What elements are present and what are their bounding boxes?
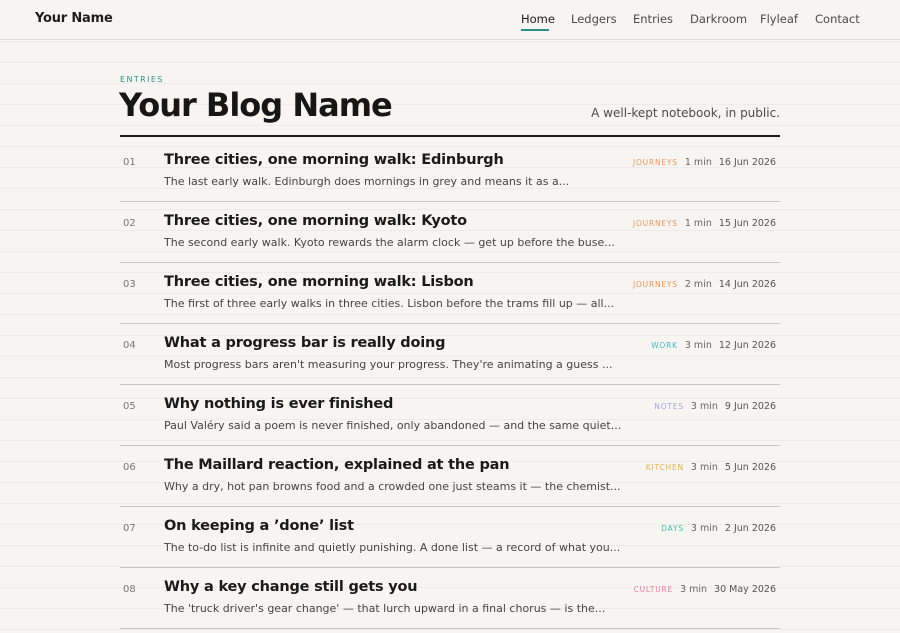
entry-excerpt: Paul Valéry said a poem is never finishe… (164, 419, 622, 432)
nav-item-home[interactable]: Home (521, 12, 555, 26)
entry-row[interactable]: 05 Why nothing is ever finished Paul Valér… (120, 385, 780, 446)
entry-number: 05 (123, 401, 136, 412)
entry-read-time: 3 min (690, 401, 718, 412)
entry-number: 02 (123, 218, 136, 229)
entry-meta: JOURNEYS 2 min 14 Jun 2026 (633, 279, 776, 290)
entry-read-time: 1 min (684, 218, 712, 229)
entry-title-link[interactable]: The Maillard reaction, explained at the … (164, 457, 510, 473)
entry-number: 01 (123, 157, 136, 168)
top-navigation-bar: Your Name Home Ledgers Entries Darkroom … (0, 0, 900, 40)
entry-row[interactable]: 01 Three cities, one morning walk: Edinbu… (120, 141, 780, 202)
entry-tag[interactable]: JOURNEYS (633, 219, 678, 228)
entry-meta: WORK 3 min 12 Jun 2026 (651, 340, 776, 351)
entry-excerpt: Most progress bars aren't measuring your… (164, 358, 613, 371)
nav-item-flyleaf[interactable]: Flyleaf (760, 12, 798, 26)
entry-meta: JOURNEYS 1 min 16 Jun 2026 (633, 157, 776, 168)
nav-item-contact[interactable]: Contact (815, 12, 860, 26)
section-eyebrow: ENTRIES (120, 75, 164, 84)
entry-title-link[interactable]: On keeping a ’done’ list (164, 518, 354, 534)
entry-tag[interactable]: KITCHEN (646, 463, 684, 472)
entry-tag[interactable]: WORK (651, 341, 678, 350)
entry-meta: DAYS 3 min 2 Jun 2026 (661, 523, 776, 534)
entry-date: 5 Jun 2026 (724, 462, 776, 473)
entry-tag[interactable]: NOTES (654, 402, 684, 411)
entry-excerpt: The 'truck driver's gear change' — that … (164, 602, 606, 615)
entry-read-time: 3 min (680, 584, 708, 595)
entry-read-time: 3 min (690, 523, 718, 534)
entry-list: 01 Three cities, one morning walk: Edinbu… (120, 141, 780, 629)
entry-date: 2 Jun 2026 (724, 523, 776, 534)
entry-title-link[interactable]: Three cities, one morning walk: Edinburg… (164, 152, 504, 168)
entry-date: 15 Jun 2026 (718, 218, 776, 229)
blog-tagline: A well-kept notebook, in public. (591, 106, 780, 120)
entry-excerpt: The last early walk. Edinburgh does morn… (164, 175, 570, 188)
entry-meta: JOURNEYS 1 min 15 Jun 2026 (633, 218, 776, 229)
entry-number: 04 (123, 340, 136, 351)
entry-number: 08 (123, 584, 136, 595)
heading-divider (120, 135, 780, 137)
entry-read-time: 3 min (690, 462, 718, 473)
entry-date: 16 Jun 2026 (718, 157, 776, 168)
page-title: Your Blog Name (119, 86, 393, 124)
entry-tag[interactable]: CULTURE (634, 585, 674, 594)
entry-number: 06 (123, 462, 136, 473)
entry-date: 30 May 2026 (714, 584, 776, 595)
entry-row[interactable]: 02 Three cities, one morning walk: Kyoto T… (120, 202, 780, 263)
entry-date: 12 Jun 2026 (718, 340, 776, 351)
entry-title-link[interactable]: Three cities, one morning walk: Kyoto (164, 213, 467, 229)
entry-title-link[interactable]: Why a key change still gets you (164, 579, 418, 595)
entry-number: 03 (123, 279, 136, 290)
entry-meta: NOTES 3 min 9 Jun 2026 (654, 401, 776, 412)
entry-excerpt: The second early walk. Kyoto rewards the… (164, 236, 615, 249)
entry-row[interactable]: 07 On keeping a ’done’ list The to-do list… (120, 507, 780, 568)
entry-row[interactable]: 03 Three cities, one morning walk: Lisbon… (120, 263, 780, 324)
entry-read-time: 3 min (684, 340, 712, 351)
entry-excerpt: Why a dry, hot pan browns food and a cro… (164, 480, 621, 493)
nav-active-indicator (521, 29, 549, 31)
entry-number: 07 (123, 523, 136, 534)
entry-excerpt: The first of three early walks in three … (164, 297, 615, 310)
main-nav: Home Ledgers Entries Darkroom Flyleaf Co… (0, 12, 900, 38)
entry-date: 9 Jun 2026 (724, 401, 776, 412)
entry-tag[interactable]: JOURNEYS (633, 158, 678, 167)
entry-row[interactable]: 06 The Maillard reaction, explained at th… (120, 446, 780, 507)
entry-tag[interactable]: JOURNEYS (633, 280, 678, 289)
entry-row[interactable]: 04 What a progress bar is really doing Mos… (120, 324, 780, 385)
nav-item-ledgers[interactable]: Ledgers (571, 12, 617, 26)
nav-item-entries[interactable]: Entries (633, 12, 673, 26)
entry-read-time: 1 min (684, 157, 712, 168)
entry-tag[interactable]: DAYS (661, 524, 684, 533)
nav-item-darkroom[interactable]: Darkroom (690, 12, 747, 26)
entry-title-link[interactable]: What a progress bar is really doing (164, 335, 446, 351)
entry-meta: CULTURE 3 min 30 May 2026 (634, 584, 776, 595)
entry-title-link[interactable]: Three cities, one morning walk: Lisbon (164, 274, 474, 290)
entry-meta: KITCHEN 3 min 5 Jun 2026 (646, 462, 776, 473)
entry-date: 14 Jun 2026 (718, 279, 776, 290)
entry-excerpt: The to-do list is infinite and quietly p… (164, 541, 621, 554)
entry-row[interactable]: 08 Why a key change still gets you The 'tr… (120, 568, 780, 629)
entry-title-link[interactable]: Why nothing is ever finished (164, 396, 393, 412)
entry-read-time: 2 min (684, 279, 712, 290)
